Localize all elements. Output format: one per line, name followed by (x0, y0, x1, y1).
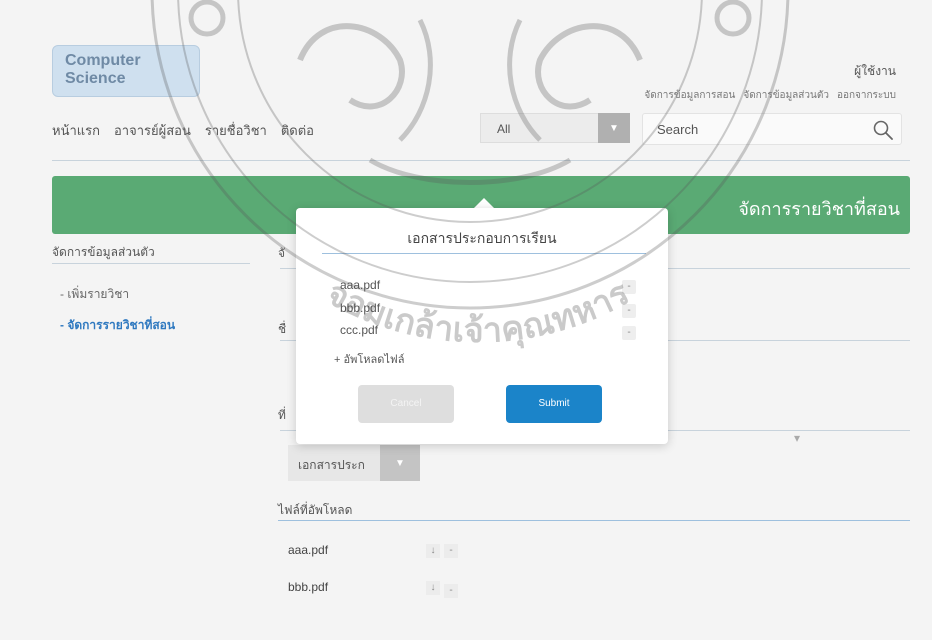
nav-divider (52, 160, 910, 161)
top-links: จัดการข้อมูลการสอน จัดการข้อมูลส่วนตัว อ… (644, 88, 896, 103)
submit-button[interactable]: Submit (506, 385, 602, 423)
site-logo[interactable]: Computer Science (52, 45, 200, 97)
remove-file-button[interactable]: - (622, 304, 636, 318)
remove-button[interactable]: - (444, 544, 458, 558)
documents-modal: เอกสารประกอบการเรียน aaa.pdf - bbb.pdf -… (296, 208, 668, 444)
search-input[interactable]: Search (642, 113, 902, 145)
document-type-select[interactable]: เอกสารประก (288, 445, 380, 481)
user-label[interactable]: ผู้ใช้งาน (854, 62, 896, 81)
chevron-down-icon[interactable]: ▾ (794, 431, 810, 445)
link-manage-teaching[interactable]: จัดการข้อมูลการสอน (644, 88, 735, 103)
field-label-partial: จั (278, 246, 286, 260)
field-label-partial: ชื่ (278, 322, 287, 336)
popover-caret (474, 198, 494, 208)
chevron-down-icon[interactable]: ▼ (380, 445, 420, 481)
download-icon[interactable]: ↓ (426, 581, 440, 595)
modal-divider (322, 253, 646, 254)
link-manage-profile[interactable]: จัดการข้อมูลส่วนตัว (743, 88, 829, 103)
sidebar-item-manage-courses[interactable]: - จัดการรายวิชาที่สอน (60, 316, 175, 335)
remove-file-button[interactable]: - (622, 280, 636, 294)
main-nav: หน้าแรก อาจารย์ผู้สอน รายชื่อวิชา ติดต่อ (52, 120, 314, 141)
sidebar-item-add-course[interactable]: - เพิ่มรายวิชา (60, 285, 129, 304)
uploaded-files-heading: ไฟล์ที่อัพโหลด (278, 503, 353, 517)
nav-home[interactable]: หน้าแรก (52, 120, 100, 141)
uploaded-file-name: bbb.pdf (288, 580, 329, 594)
nav-teachers[interactable]: อาจารย์ผู้สอน (114, 120, 191, 141)
sidebar-divider (52, 263, 250, 264)
search-icon[interactable] (872, 119, 894, 141)
nav-courses[interactable]: รายชื่อวิชา (205, 120, 267, 141)
sidebar-heading: จัดการข้อมูลส่วนตัว (52, 245, 155, 259)
modal-file-name: bbb.pdf (340, 301, 381, 315)
cancel-button[interactable]: Cancel (358, 385, 454, 423)
section-divider (278, 520, 910, 521)
modal-title: เอกสารประกอบการเรียน (407, 230, 557, 246)
link-logout[interactable]: ออกจากระบบ (837, 88, 896, 103)
remove-button[interactable]: - (444, 584, 458, 598)
download-icon[interactable]: ↓ (426, 544, 440, 558)
field-label-partial: ที่ (278, 408, 286, 422)
upload-file-link[interactable]: + อัพโหลดไฟล์ (334, 350, 404, 368)
chevron-down-icon[interactable]: ▼ (598, 113, 630, 143)
uploaded-file-name: aaa.pdf (288, 543, 329, 557)
modal-file-name: aaa.pdf (340, 278, 381, 292)
remove-file-button[interactable]: - (622, 326, 636, 340)
nav-contact[interactable]: ติดต่อ (281, 120, 314, 141)
page-title: จัดการรายวิชาที่สอน (738, 199, 900, 220)
modal-file-name: ccc.pdf (340, 323, 379, 337)
